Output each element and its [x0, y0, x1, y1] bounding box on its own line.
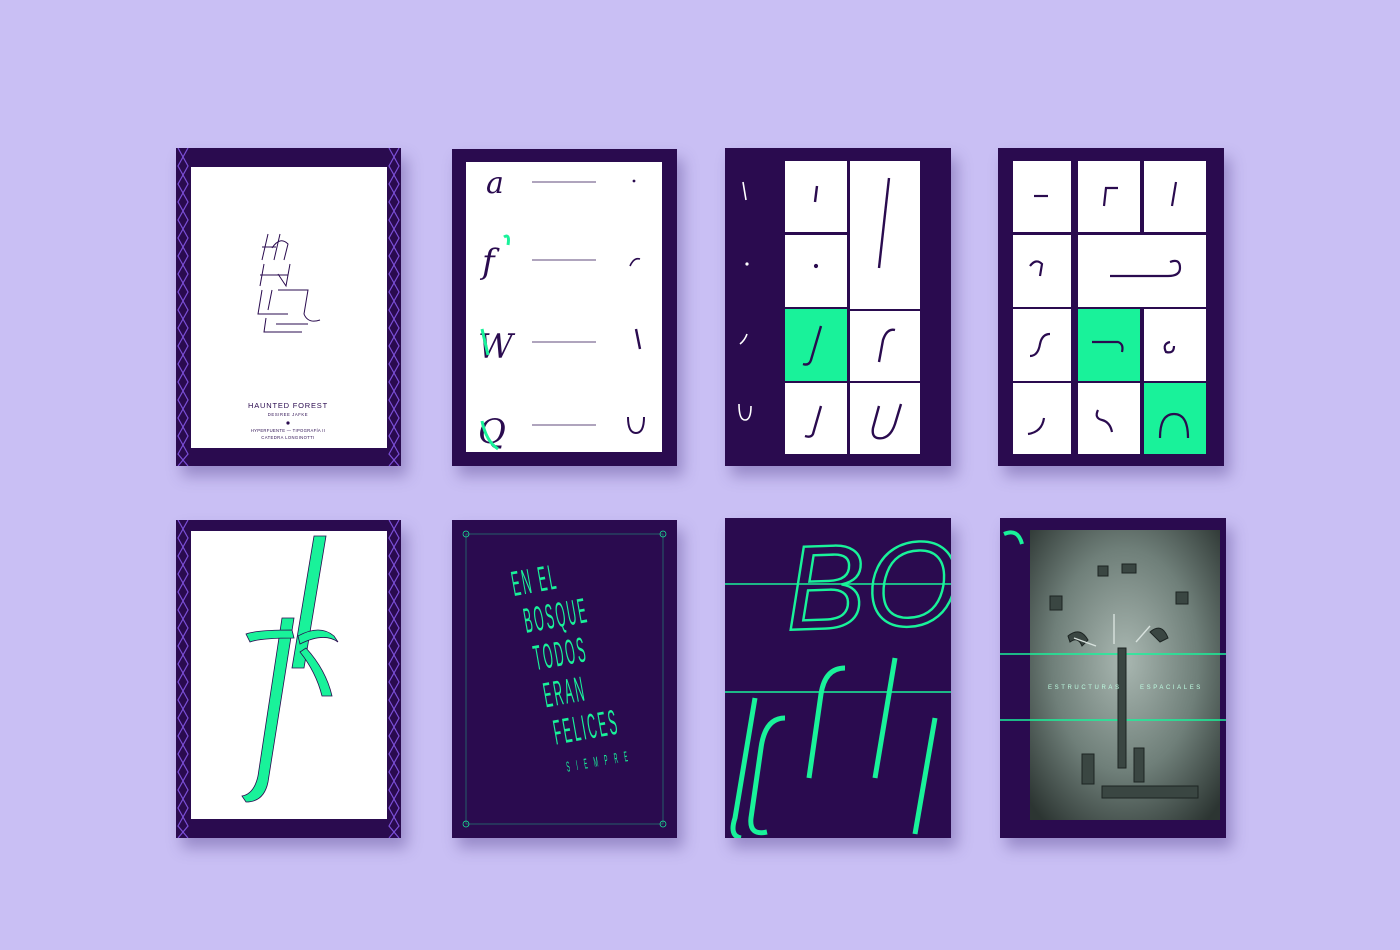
glyph-poster-art: a f W Q	[452, 149, 677, 466]
stroke-grid-poster	[725, 148, 951, 466]
highlight-cell	[1144, 383, 1206, 454]
cover-course: HYPERFUENTE — TIPOGRAFÍA II	[251, 428, 325, 433]
photo-poster-art: ESTRUCTURAS ESPACIALES	[1000, 518, 1226, 838]
stroke-grid-2-art	[998, 148, 1224, 466]
stroke-grid-poster-2	[998, 148, 1224, 466]
bosque-poster: BOSQUE	[725, 518, 951, 838]
letter-k-art	[176, 520, 401, 838]
highlight-cell	[1078, 309, 1140, 381]
bullet-dot-icon	[286, 421, 290, 425]
cover-poster-art: HAUNTED FOREST DESIREE JAFKE HYPERFUENTE…	[176, 148, 401, 466]
letter-k-poster	[176, 520, 401, 838]
forest-text-art: EN EL BOSQUE TODOS ERAN FELICES SIEMPRE	[452, 520, 677, 838]
bosque-word: BOSQUE	[783, 518, 951, 656]
photo-caption-left: ESTRUCTURAS	[1048, 685, 1122, 691]
bosque-art: BOSQUE	[725, 518, 951, 838]
photo-poster: ESTRUCTURAS ESPACIALES	[1000, 518, 1226, 838]
glyph-letter-q: Q	[478, 412, 506, 452]
cover-chair: CATEDRA LONGINOTTI	[261, 435, 314, 440]
forest-text-poster: EN EL BOSQUE TODOS ERAN FELICES SIEMPRE	[452, 520, 677, 838]
cover-author: DESIREE JAFKE	[268, 412, 308, 417]
glyph-poster: a f W Q	[452, 149, 677, 466]
photo-caption-right: ESPACIALES	[1140, 685, 1203, 691]
cover-title: HAUNTED FOREST	[248, 401, 328, 410]
dot-stroke-icon	[632, 179, 636, 183]
glyph-letter-a: a	[486, 166, 504, 201]
stroke-grid-art	[725, 148, 951, 466]
cover-poster: HAUNTED FOREST DESIREE JAFKE HYPERFUENTE…	[176, 148, 401, 466]
